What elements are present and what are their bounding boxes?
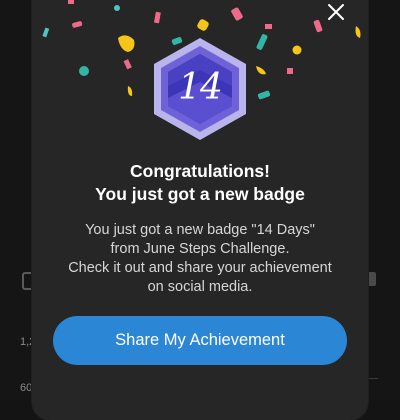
background-value-2: 60 xyxy=(20,382,33,394)
desc-line-3: Check it out and share your achievement xyxy=(68,260,332,276)
share-achievement-button[interactable]: Share My Achievement xyxy=(53,316,347,365)
title-line-2: You just got a new badge xyxy=(95,184,305,204)
close-button[interactable] xyxy=(321,0,351,24)
modal-description: You just got a new badge "14 Days" from … xyxy=(44,221,356,297)
desc-line-2: from June Steps Challenge. xyxy=(110,241,290,257)
modal-title: Congratulations! You just got a new badg… xyxy=(40,160,360,206)
badge-number: 14 xyxy=(178,67,223,108)
desc-line-4: on social media. xyxy=(147,279,253,295)
desc-line-1: You just got a new badge "14 Days" xyxy=(85,222,315,238)
close-icon xyxy=(328,4,344,20)
title-line-1: Congratulations! xyxy=(130,161,270,181)
